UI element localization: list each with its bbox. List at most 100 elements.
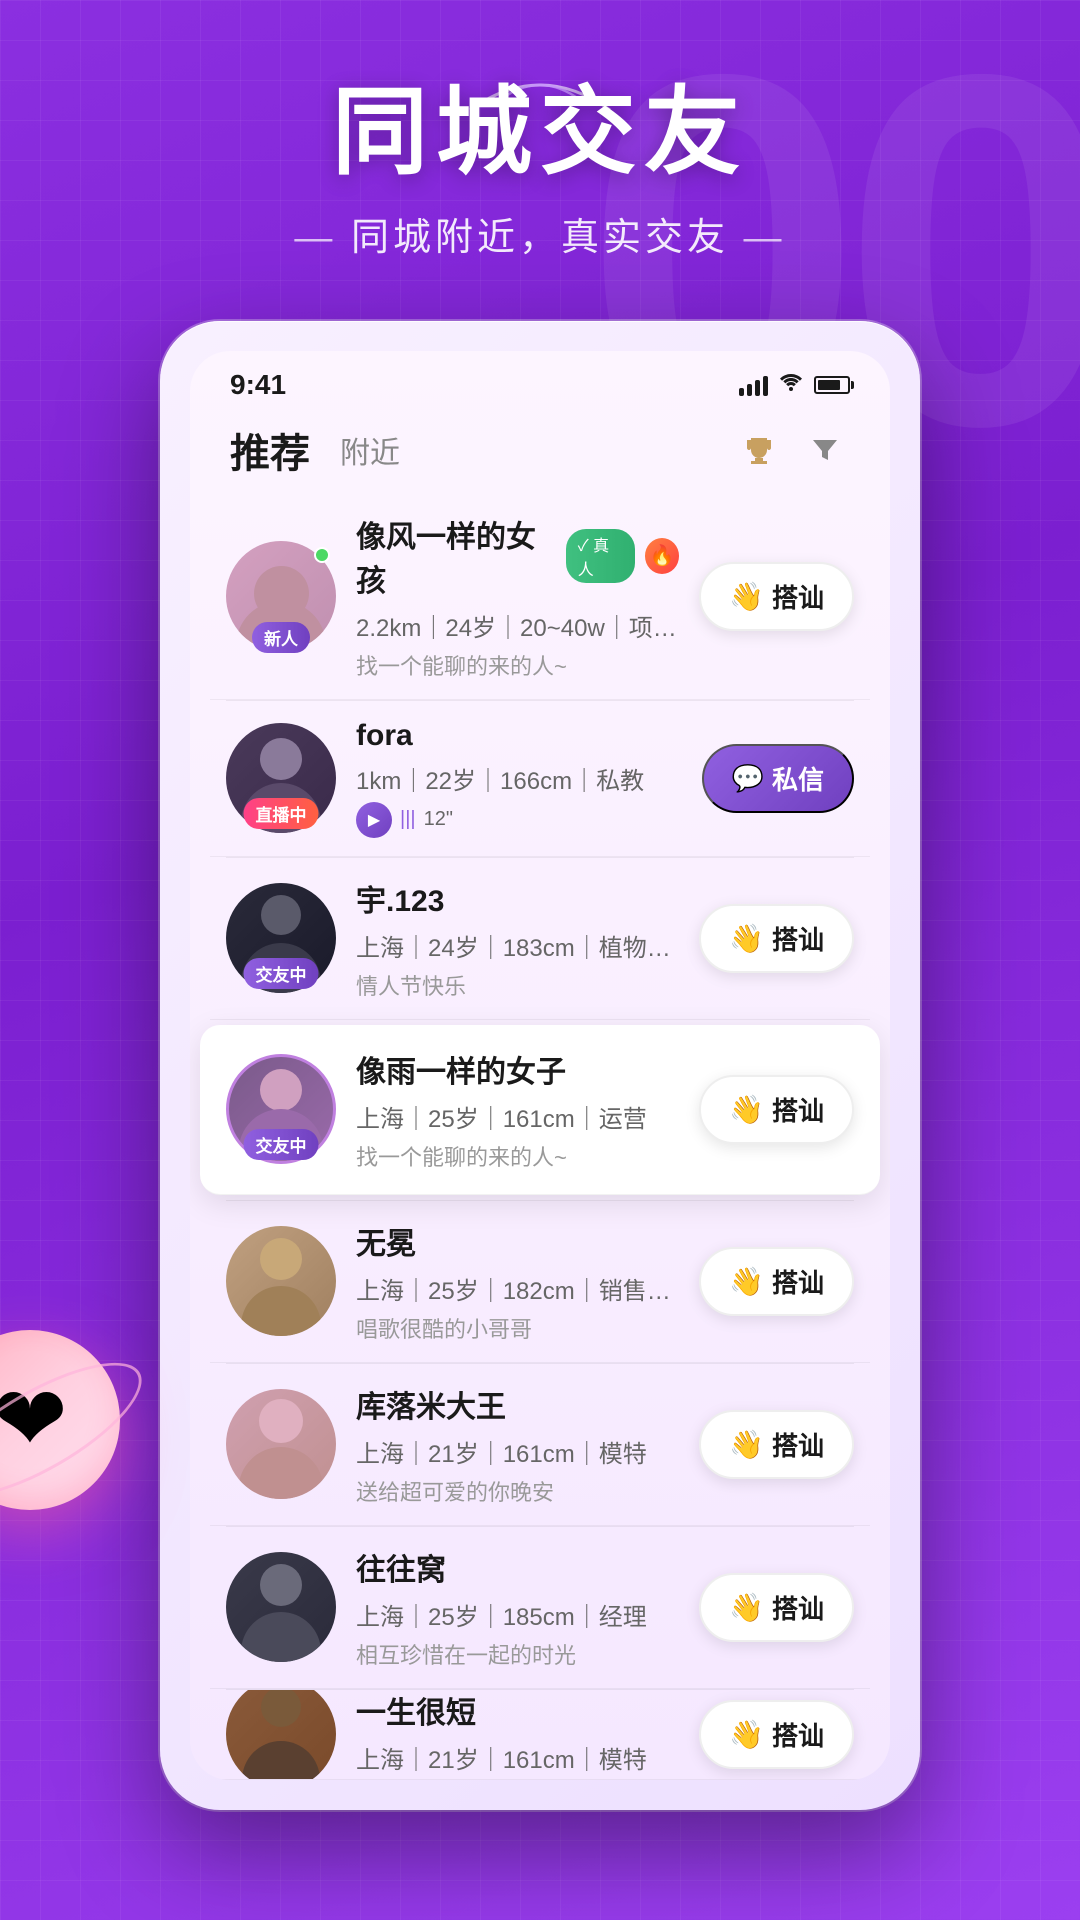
wave-button[interactable]: 👋 搭讪 <box>699 1700 854 1769</box>
user-stats: 2.2km｜24岁｜20~40w｜项目管理 <box>356 608 679 643</box>
status-bar: 9:41 <box>190 351 890 411</box>
avatar-wrapper: 直播中 <box>226 723 336 833</box>
avatar-wrapper <box>226 1552 336 1662</box>
user-name: 宇.123 <box>356 876 444 920</box>
avatar-wrapper <box>226 1690 336 1780</box>
tab-recommended[interactable]: 推荐 <box>230 421 310 479</box>
avatar[interactable] <box>226 1389 336 1499</box>
play-button[interactable]: ▶ <box>356 802 392 838</box>
message-button[interactable]: 💬 私信 <box>702 744 854 813</box>
tab-nearby[interactable]: 附近 <box>340 428 400 472</box>
subtitle-suffix: — <box>729 217 786 259</box>
signal-icon <box>739 374 768 396</box>
user-bio: 找一个能聊的来的人~ <box>356 649 679 681</box>
message-label: 私信 <box>772 760 824 797</box>
wave-label: 搭讪 <box>772 920 824 957</box>
user-bio: 情人节快乐 <box>356 969 679 1001</box>
subtitle-text: 同城附近，真实交友 <box>351 217 729 259</box>
main-content: 同城交友 — 同城附近，真实交友 — 9:41 <box>0 0 1080 1810</box>
user-item: 往往窝 上海｜25岁｜185cm｜经理 相互珍惜在一起的时光 👋 搭讪 <box>210 1527 870 1689</box>
user-bio: 相互珍惜在一起的时光 <box>356 1638 679 1670</box>
subtitle-prefix: — <box>294 217 351 259</box>
tab-action-icons <box>734 425 850 475</box>
status-icons <box>739 371 850 399</box>
user-name-row: 往往窝 <box>356 1545 679 1589</box>
voice-message: ▶ ||| 12" <box>356 802 682 838</box>
wave-icon: 👋 <box>729 922 764 955</box>
user-item: 交友中 宇.123 上海｜24岁｜183cm｜植物设计师 情人节快乐 👋 搭讪 <box>210 858 870 1020</box>
verified-badge: ✓ 真人 <box>566 529 635 583</box>
phone-mockup: 9:41 <box>160 321 920 1810</box>
user-stats: 上海｜21岁｜161cm｜模特 <box>356 1434 679 1469</box>
wave-button[interactable]: 👋 搭讪 <box>699 1247 854 1316</box>
wave-button[interactable]: 👋 搭讪 <box>699 1573 854 1642</box>
user-name: fora <box>356 719 413 753</box>
trophy-button[interactable] <box>734 425 784 475</box>
user-name: 像雨一样的女子 <box>356 1047 566 1091</box>
user-item: 库落米大王 上海｜21岁｜161cm｜模特 送给超可爱的你晚安 👋 搭讪 <box>210 1364 870 1526</box>
avatar-wrapper <box>226 1389 336 1499</box>
header-section: 同城交友 — 同城附近，真实交友 — <box>0 0 1080 301</box>
user-info: 一生很短 上海｜21岁｜161cm｜模特 <box>356 1690 679 1780</box>
avatar-wrapper <box>226 1226 336 1336</box>
subtitle: — 同城附近，真实交友 — <box>40 206 1040 261</box>
user-name-row: 无冕 <box>356 1219 679 1263</box>
phone-screen: 9:41 <box>190 351 890 1780</box>
wave-label: 搭讪 <box>772 1426 824 1463</box>
user-name-row: 一生很短 <box>356 1690 679 1732</box>
user-info: 无冕 上海｜25岁｜182cm｜销售经理 唱歌很酷的小哥哥 <box>356 1219 679 1344</box>
user-info: 往往窝 上海｜25岁｜185cm｜经理 相互珍惜在一起的时光 <box>356 1545 679 1670</box>
voice-duration: 12" <box>424 808 453 831</box>
user-stats: 上海｜25岁｜182cm｜销售经理 <box>356 1271 679 1306</box>
user-info: 像风一样的女孩 ✓ 真人 🔥 2.2km｜24岁｜20~40w｜项目管理 找一个… <box>356 512 679 681</box>
user-name-row: 像风一样的女孩 ✓ 真人 🔥 <box>356 512 679 600</box>
user-badge: 交友中 <box>244 958 319 989</box>
user-name: 像风一样的女孩 <box>356 512 556 600</box>
wave-label: 搭讪 <box>772 1091 824 1128</box>
user-badge: 交友中 <box>244 1129 319 1160</box>
avatar[interactable] <box>226 1690 336 1780</box>
wave-icon: 👋 <box>729 1428 764 1461</box>
battery-icon <box>814 376 850 394</box>
user-name-row: 库落米大王 <box>356 1382 679 1426</box>
user-stats: 上海｜21岁｜161cm｜模特 <box>356 1740 679 1775</box>
tab-bar: 推荐 附近 <box>190 411 890 494</box>
user-name-row: fora <box>356 719 682 753</box>
avatar-wrapper: 交友中 <box>226 1054 336 1164</box>
avatar[interactable] <box>226 1552 336 1662</box>
wave-icon: 👋 <box>729 1591 764 1624</box>
user-info: 像雨一样的女子 上海｜25岁｜161cm｜运营 找一个能聊的来的人~ <box>356 1047 679 1172</box>
user-item: 新人 像风一样的女孩 ✓ 真人 🔥 2.2km｜24岁｜20~40w｜项目管理 … <box>210 494 870 700</box>
user-stats: 1km｜22岁｜166cm｜私教 <box>356 761 682 796</box>
user-name: 一生很短 <box>356 1690 476 1732</box>
avatar-wrapper: 交友中 <box>226 883 336 993</box>
wave-button[interactable]: 👋 搭讪 <box>699 562 854 631</box>
user-badge: 新人 <box>252 622 310 653</box>
user-item: 直播中 fora 1km｜22岁｜166cm｜私教 ▶ ||| 12" <box>210 701 870 857</box>
wave-label: 搭讪 <box>772 1716 824 1753</box>
main-title: 同城交友 <box>332 80 748 186</box>
status-time: 9:41 <box>230 369 286 401</box>
user-stats: 上海｜25岁｜185cm｜经理 <box>356 1597 679 1632</box>
wave-icon: 👋 <box>729 580 764 613</box>
user-item: 无冕 上海｜25岁｜182cm｜销售经理 唱歌很酷的小哥哥 👋 搭讪 <box>210 1201 870 1363</box>
user-info: fora 1km｜22岁｜166cm｜私教 ▶ ||| 12" <box>356 719 682 838</box>
wave-icon: 👋 <box>729 1718 764 1751</box>
user-name-row: 像雨一样的女子 <box>356 1047 679 1091</box>
voice-wave-icon: ||| <box>400 808 416 831</box>
user-item: 一生很短 上海｜21岁｜161cm｜模特 👋 搭讪 <box>210 1690 870 1780</box>
avatar-wrapper: 新人 <box>226 541 336 651</box>
heart-decoration: ❤ <box>0 1330 140 1530</box>
user-name: 往往窝 <box>356 1545 446 1589</box>
wave-button[interactable]: 👋 搭讪 <box>699 904 854 973</box>
wifi-icon <box>778 371 804 399</box>
avatar[interactable] <box>226 1226 336 1336</box>
user-bio: 找一个能聊的来的人~ <box>356 1140 679 1172</box>
online-indicator <box>314 547 330 563</box>
wave-button[interactable]: 👋 搭讪 <box>699 1075 854 1144</box>
wave-button[interactable]: 👋 搭讪 <box>699 1410 854 1479</box>
user-bio: 唱歌很酷的小哥哥 <box>356 1312 679 1344</box>
wave-icon: 👋 <box>729 1093 764 1126</box>
user-info: 库落米大王 上海｜21岁｜161cm｜模特 送给超可爱的你晚安 <box>356 1382 679 1507</box>
filter-button[interactable] <box>800 425 850 475</box>
